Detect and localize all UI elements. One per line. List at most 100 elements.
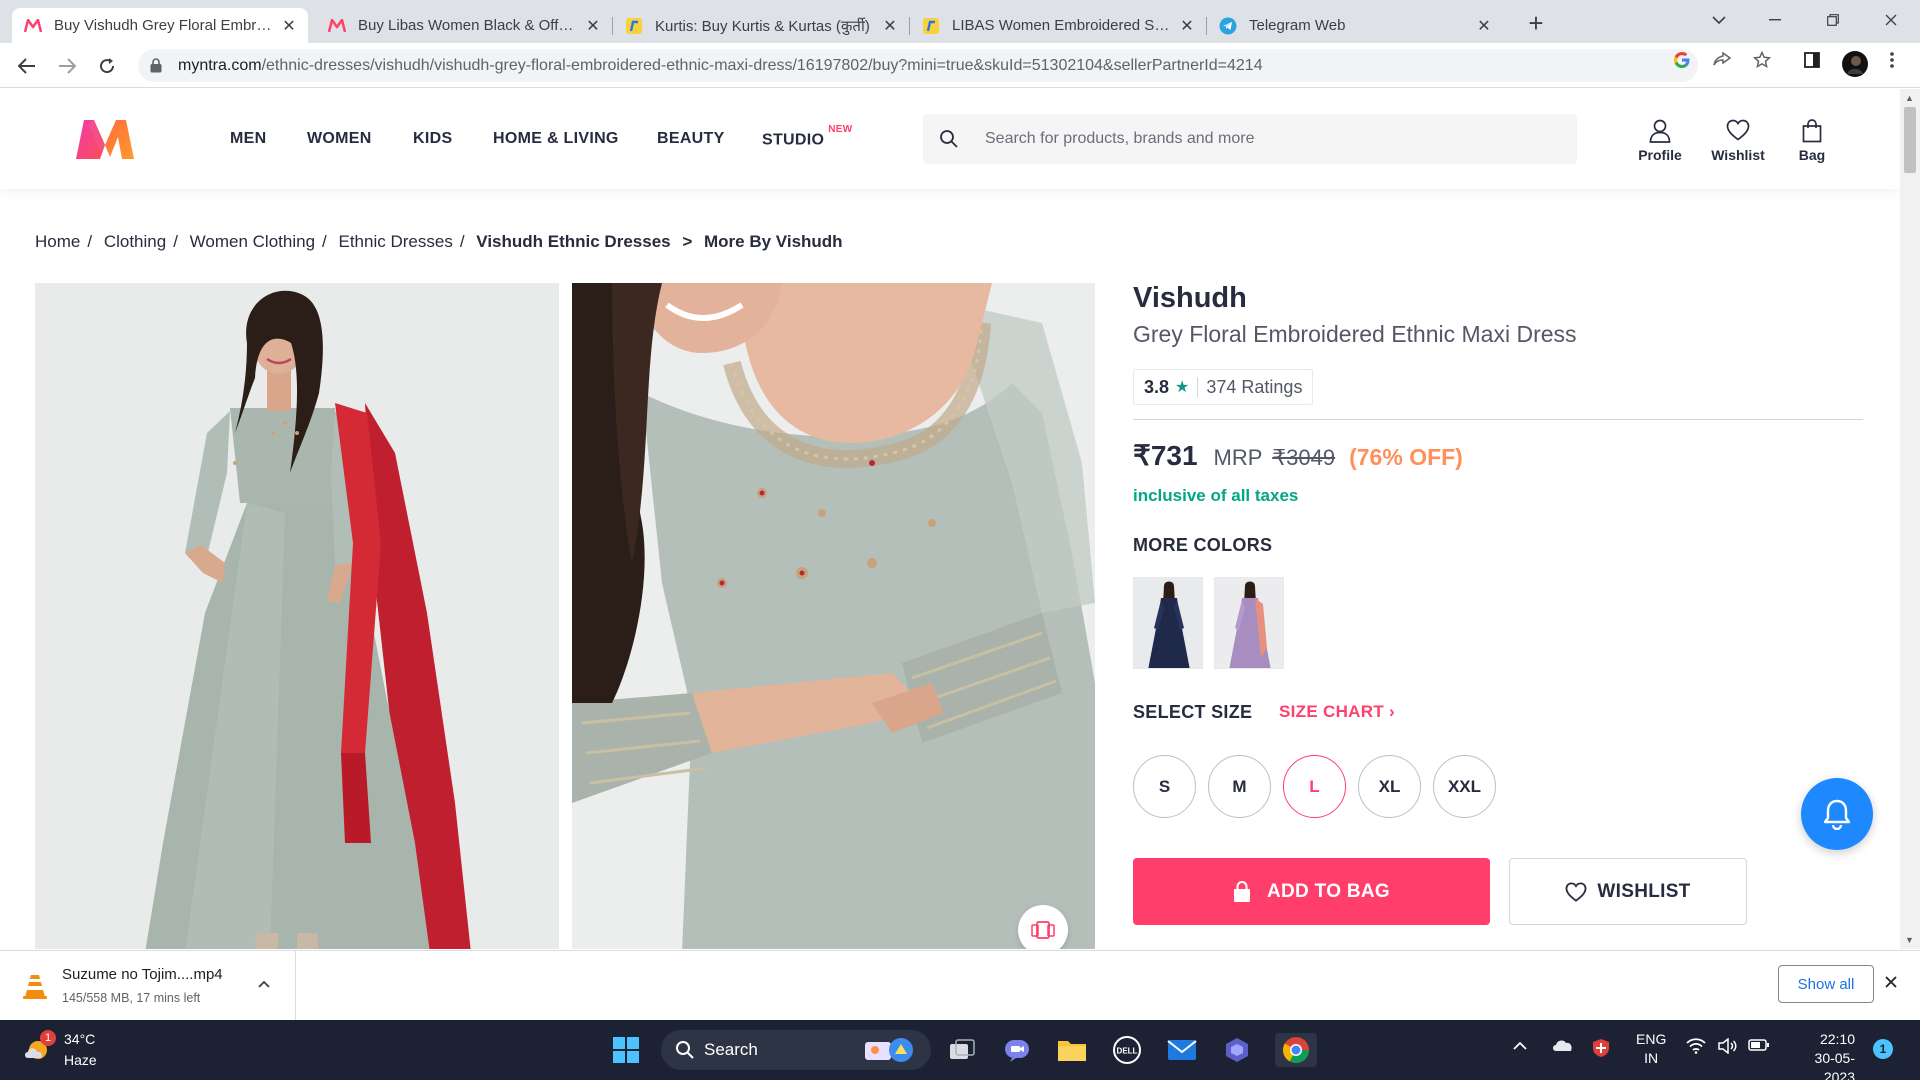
size-option-l[interactable]: L bbox=[1283, 755, 1346, 818]
close-tab-icon[interactable]: ✕ bbox=[584, 17, 602, 35]
size-chart-link[interactable]: SIZE CHART › bbox=[1279, 702, 1395, 722]
scroll-down-arrow-icon[interactable]: ▼ bbox=[1905, 935, 1914, 945]
product-image-front[interactable] bbox=[35, 283, 559, 949]
nav-kids[interactable]: KIDS bbox=[413, 130, 452, 148]
tab-title: Telegram Web bbox=[1249, 17, 1346, 34]
minimize-button[interactable] bbox=[1752, 0, 1798, 40]
wishlist-product-button[interactable]: WISHLIST bbox=[1509, 858, 1747, 925]
bag-button[interactable]: Bag bbox=[1782, 119, 1842, 163]
clock[interactable]: 22:10 30-05-2023 bbox=[1785, 1030, 1855, 1080]
show-all-downloads-button[interactable]: Show all bbox=[1778, 965, 1874, 1003]
copilot-icon[interactable] bbox=[1220, 1033, 1254, 1067]
language-code: ENG bbox=[1636, 1031, 1667, 1047]
mail-icon[interactable] bbox=[1165, 1033, 1199, 1067]
size-option-xl[interactable]: XL bbox=[1358, 755, 1421, 818]
breadcrumb-home[interactable]: Home bbox=[35, 232, 80, 251]
breadcrumb-current: Vishudh Ethnic Dresses bbox=[476, 232, 671, 251]
nav-beauty[interactable]: BEAUTY bbox=[657, 130, 725, 148]
size-option-xxl[interactable]: XXL bbox=[1433, 755, 1496, 818]
download-item[interactable]: Suzume no Tojim....mp4 145/558 MB, 17 mi… bbox=[0, 951, 296, 1021]
nav-home-living[interactable]: HOME & LIVING bbox=[493, 130, 619, 148]
notification-bell-button[interactable] bbox=[1801, 778, 1873, 850]
volume-icon[interactable] bbox=[1718, 1037, 1738, 1059]
new-tab-button[interactable]: + bbox=[1520, 8, 1552, 38]
antivirus-shield-icon[interactable] bbox=[1591, 1038, 1611, 1063]
url-host: myntra.com bbox=[178, 57, 262, 74]
rating-divider bbox=[1197, 377, 1199, 397]
close-tab-icon[interactable]: ✕ bbox=[280, 17, 298, 35]
scroll-up-arrow-icon[interactable]: ▲ bbox=[1905, 93, 1914, 103]
address-bar[interactable]: myntra.com/ethnic-dresses/vishudh/vishud… bbox=[138, 49, 1698, 82]
ratings-summary[interactable]: 3.8 ★ 374 Ratings bbox=[1133, 369, 1314, 405]
show-hidden-icons-chevron[interactable] bbox=[1513, 1038, 1527, 1056]
url-text: myntra.com/ethnic-dresses/vishudh/vishud… bbox=[178, 57, 1263, 75]
nav-men[interactable]: MEN bbox=[230, 130, 266, 148]
tab-telegram[interactable]: Telegram Web ✕ bbox=[1207, 8, 1503, 43]
wishlist-button[interactable]: Wishlist bbox=[1708, 119, 1768, 163]
wifi-icon[interactable] bbox=[1686, 1038, 1706, 1059]
page-scrollbar[interactable]: ▲ ▼ bbox=[1900, 89, 1920, 949]
clock-time: 22:10 bbox=[1819, 1031, 1855, 1047]
teams-chat-icon[interactable] bbox=[1000, 1033, 1034, 1067]
similar-products-icon[interactable] bbox=[1018, 905, 1068, 949]
breadcrumb-women-clothing[interactable]: Women Clothing bbox=[190, 232, 315, 251]
color-swatch-lavender[interactable] bbox=[1214, 577, 1284, 669]
breadcrumb-more-by-brand[interactable]: More By Vishudh bbox=[704, 232, 843, 251]
profile-avatar[interactable] bbox=[1840, 49, 1870, 79]
back-button[interactable] bbox=[12, 51, 42, 81]
product-brand[interactable]: Vishudh bbox=[1133, 282, 1247, 315]
onedrive-cloud-icon[interactable] bbox=[1551, 1038, 1573, 1057]
windows-start-icon[interactable] bbox=[609, 1033, 643, 1067]
search-icon[interactable] bbox=[939, 129, 959, 154]
share-icon[interactable] bbox=[1712, 51, 1732, 69]
file-explorer-icon[interactable] bbox=[1055, 1033, 1089, 1067]
tab-search-icon[interactable] bbox=[1696, 0, 1742, 40]
forward-button[interactable] bbox=[52, 51, 82, 81]
profile-button[interactable]: Profile bbox=[1630, 119, 1690, 163]
add-to-bag-button[interactable]: ADD TO BAG bbox=[1133, 858, 1490, 925]
chevron-up-icon[interactable] bbox=[258, 975, 270, 993]
nav-women[interactable]: WOMEN bbox=[307, 130, 372, 148]
close-tab-icon[interactable]: ✕ bbox=[1178, 17, 1196, 35]
close-tab-icon[interactable]: ✕ bbox=[1475, 17, 1493, 35]
scrollbar-thumb[interactable] bbox=[1904, 107, 1916, 173]
task-view-icon[interactable] bbox=[945, 1033, 979, 1067]
google-icon[interactable] bbox=[1672, 51, 1692, 69]
bookmark-star-icon[interactable] bbox=[1752, 51, 1772, 69]
add-to-bag-label: ADD TO BAG bbox=[1267, 880, 1390, 902]
tab-flipkart-kurtis[interactable]: Kurtis: Buy Kurtis & Kurtas (कुर्ती) ✕ bbox=[613, 8, 909, 43]
notification-center-badge[interactable]: 1 bbox=[1873, 1039, 1893, 1059]
nav-studio[interactable]: STUDIONEW bbox=[762, 124, 852, 149]
tab-flipkart-libas[interactable]: LIBAS Women Embroidered Straight ✕ bbox=[910, 8, 1206, 43]
tab-title: Kurtis: Buy Kurtis & Kurtas (कुर्ती) bbox=[655, 17, 870, 35]
close-tab-icon[interactable]: ✕ bbox=[881, 17, 899, 35]
tab-myntra-libas[interactable]: Buy Libas Women Black & Off White ✕ bbox=[316, 8, 612, 43]
close-downloads-icon[interactable] bbox=[1885, 975, 1897, 993]
chrome-taskbar-icon[interactable] bbox=[1275, 1033, 1317, 1067]
breadcrumb-ethnic-dresses[interactable]: Ethnic Dresses bbox=[339, 232, 453, 251]
svg-text:DELL: DELL bbox=[1117, 1047, 1138, 1056]
restore-button[interactable] bbox=[1810, 0, 1856, 40]
dell-app-icon[interactable]: DELL bbox=[1110, 1033, 1144, 1067]
tab-myntra-vishudh[interactable]: Buy Vishudh Grey Floral Embroidered Ethn… bbox=[12, 8, 308, 43]
ratings-count: 374 Ratings bbox=[1206, 376, 1303, 397]
wishlist-label: Wishlist bbox=[1711, 147, 1765, 163]
side-panel-icon[interactable] bbox=[1802, 51, 1822, 69]
weather-condition: Haze bbox=[64, 1052, 97, 1068]
search-input[interactable] bbox=[985, 114, 1545, 164]
price-block: ₹731 MRP ₹3049 (76% OFF) bbox=[1133, 439, 1463, 472]
size-option-m[interactable]: M bbox=[1208, 755, 1271, 818]
size-option-s[interactable]: S bbox=[1133, 755, 1196, 818]
close-window-button[interactable] bbox=[1868, 0, 1914, 40]
browser-menu-icon[interactable] bbox=[1882, 51, 1902, 69]
flipkart-favicon-icon bbox=[625, 17, 643, 35]
product-image-closeup[interactable] bbox=[572, 283, 1095, 949]
tab-title: Buy Libas Women Black & Off White bbox=[358, 17, 576, 34]
taskbar-search[interactable]: Search bbox=[661, 1030, 931, 1070]
input-language-indicator[interactable]: ENG IN bbox=[1636, 1030, 1666, 1068]
reload-button[interactable] bbox=[92, 51, 122, 81]
breadcrumb-clothing[interactable]: Clothing bbox=[104, 232, 166, 251]
myntra-logo[interactable] bbox=[74, 117, 136, 161]
battery-icon[interactable] bbox=[1748, 1038, 1770, 1057]
color-swatch-navy[interactable] bbox=[1133, 577, 1203, 669]
